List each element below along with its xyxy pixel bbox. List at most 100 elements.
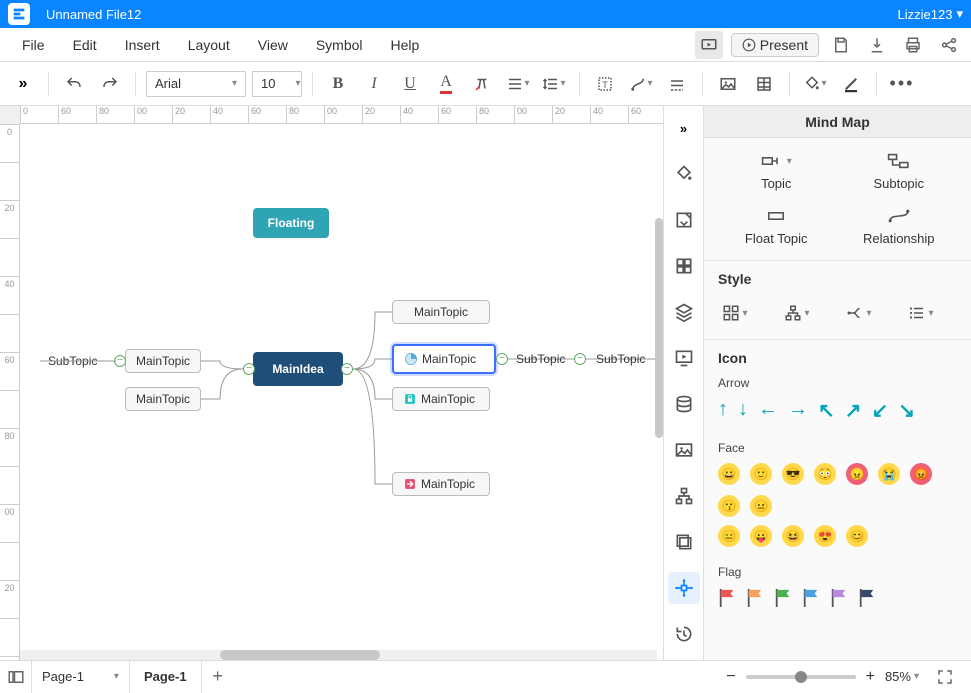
dock-mindmap-button[interactable] bbox=[668, 572, 700, 604]
node-right-sub1[interactable]: SubTopic bbox=[516, 352, 565, 366]
redo-button[interactable] bbox=[95, 69, 125, 99]
font-color-button[interactable]: A bbox=[431, 69, 461, 99]
bold-button[interactable]: B bbox=[323, 69, 353, 99]
zoom-out-button[interactable]: − bbox=[726, 668, 735, 686]
collapse-panel-button[interactable]: » bbox=[668, 112, 700, 144]
align-button[interactable]: ▾ bbox=[503, 69, 533, 99]
slideshow-mode-button[interactable] bbox=[695, 31, 723, 59]
face-grin-icon[interactable]: 😀 bbox=[718, 463, 740, 485]
app-logo[interactable] bbox=[8, 3, 30, 25]
node-right-main4[interactable]: MainTopic bbox=[392, 472, 490, 496]
face-angry-icon[interactable]: 😠 bbox=[846, 463, 868, 485]
face-cry-icon[interactable]: 😭 bbox=[878, 463, 900, 485]
add-page-button[interactable]: + bbox=[202, 666, 234, 687]
face-noexpr-icon[interactable]: 😑 bbox=[718, 525, 740, 547]
menu-file[interactable]: File bbox=[8, 37, 59, 53]
dock-layers-button[interactable] bbox=[668, 296, 700, 328]
node-right-sub2[interactable]: SubTopic bbox=[596, 352, 645, 366]
arrow-downleft-icon[interactable]: ↙ bbox=[872, 398, 889, 423]
node-right-main1[interactable]: MainTopic bbox=[392, 300, 490, 324]
connector-button[interactable]: ▾ bbox=[626, 69, 656, 99]
save-button[interactable] bbox=[827, 31, 855, 59]
arrow-upleft-icon[interactable]: ↖ bbox=[818, 398, 835, 423]
arrow-right-icon[interactable]: → bbox=[788, 398, 808, 423]
dock-database-button[interactable] bbox=[668, 388, 700, 420]
download-button[interactable] bbox=[863, 31, 891, 59]
flag-red-icon[interactable] bbox=[718, 587, 736, 609]
flag-green-icon[interactable] bbox=[774, 587, 792, 609]
flag-blue-icon[interactable] bbox=[802, 587, 820, 609]
menu-edit[interactable]: Edit bbox=[59, 37, 111, 53]
dock-copy-button[interactable] bbox=[668, 526, 700, 558]
menu-symbol[interactable]: Symbol bbox=[302, 37, 377, 53]
underline-button[interactable]: U bbox=[395, 69, 425, 99]
style-tree-button[interactable]: ▾ bbox=[780, 301, 814, 325]
face-neutral-icon[interactable]: 😐 bbox=[750, 495, 772, 517]
face-flushed-icon[interactable]: 😳 bbox=[814, 463, 836, 485]
clear-format-button[interactable] bbox=[467, 69, 497, 99]
style-branch-button[interactable]: ▾ bbox=[842, 301, 876, 325]
font-select[interactable]: Arial ▾ bbox=[146, 71, 246, 97]
expand-toolbar-button[interactable]: » bbox=[8, 69, 38, 99]
font-size-select[interactable]: 10 ▾ bbox=[252, 71, 302, 97]
arrow-left-icon[interactable]: ← bbox=[758, 398, 778, 423]
flag-orange-icon[interactable] bbox=[746, 587, 764, 609]
canvas-area[interactable]: 0608000204060800020406080002040608000204… bbox=[0, 106, 663, 660]
more-options-button[interactable]: ••• bbox=[887, 69, 917, 99]
undo-button[interactable] bbox=[59, 69, 89, 99]
dock-history-button[interactable] bbox=[668, 618, 700, 650]
dock-grid-button[interactable] bbox=[668, 250, 700, 282]
line-spacing-button[interactable]: ▾ bbox=[539, 69, 569, 99]
expand-right-sub-button[interactable]: − bbox=[496, 353, 508, 365]
dock-export-button[interactable] bbox=[668, 204, 700, 236]
add-relationship-button[interactable]: Relationship bbox=[841, 203, 958, 250]
face-happy-icon[interactable]: 😊 bbox=[846, 525, 868, 547]
expand-right-sub2-button[interactable]: − bbox=[574, 353, 586, 365]
flag-darkblue-icon[interactable] bbox=[858, 587, 876, 609]
dock-hierarchy-button[interactable] bbox=[668, 480, 700, 512]
zoom-in-button[interactable]: + bbox=[866, 668, 875, 686]
canvas[interactable]: Floating MainIdea − − MainTopic MainTopi… bbox=[20, 124, 663, 660]
table-button[interactable] bbox=[749, 69, 779, 99]
line-style-button[interactable] bbox=[662, 69, 692, 99]
arrow-up-icon[interactable]: ↑ bbox=[718, 398, 728, 423]
face-tongue-icon[interactable]: 😛 bbox=[750, 525, 772, 547]
node-right-main2-selected[interactable]: MainTopic bbox=[392, 344, 496, 374]
line-color-button[interactable] bbox=[836, 69, 866, 99]
face-mad-icon[interactable]: 😡 bbox=[910, 463, 932, 485]
menu-view[interactable]: View bbox=[244, 37, 302, 53]
share-button[interactable] bbox=[935, 31, 963, 59]
face-squint-icon[interactable]: 😆 bbox=[782, 525, 804, 547]
outline-view-button[interactable] bbox=[0, 661, 32, 693]
arrow-downright-icon[interactable]: ↘ bbox=[898, 398, 915, 423]
face-hearteyes-icon[interactable]: 😍 bbox=[814, 525, 836, 547]
style-list-button[interactable]: ▾ bbox=[904, 301, 938, 325]
fullscreen-button[interactable] bbox=[929, 661, 961, 693]
dock-fill-button[interactable] bbox=[668, 158, 700, 190]
zoom-value[interactable]: 85% ▾ bbox=[885, 669, 919, 684]
menu-layout[interactable]: Layout bbox=[174, 37, 244, 53]
flag-purple-icon[interactable] bbox=[830, 587, 848, 609]
face-cool-icon[interactable]: 😎 bbox=[782, 463, 804, 485]
dock-image-button[interactable] bbox=[668, 434, 700, 466]
zoom-slider[interactable] bbox=[746, 675, 856, 679]
page-tab-1[interactable]: Page-1 bbox=[130, 661, 202, 693]
italic-button[interactable]: I bbox=[359, 69, 389, 99]
fill-color-button[interactable]: ▾ bbox=[800, 69, 830, 99]
print-button[interactable] bbox=[899, 31, 927, 59]
add-subtopic-button[interactable]: Subtopic bbox=[841, 148, 958, 195]
dock-present-button[interactable] bbox=[668, 342, 700, 374]
horizontal-scrollbar[interactable] bbox=[20, 650, 657, 660]
node-right-main3[interactable]: MainTopic bbox=[392, 387, 490, 411]
user-menu[interactable]: Lizzie123 ▾ bbox=[898, 6, 963, 22]
menu-help[interactable]: Help bbox=[377, 37, 434, 53]
add-float-topic-button[interactable]: Float Topic bbox=[718, 203, 835, 250]
vertical-scrollbar[interactable] bbox=[655, 218, 663, 438]
text-tool-button[interactable]: T bbox=[590, 69, 620, 99]
face-smile-icon[interactable]: 🙂 bbox=[750, 463, 772, 485]
add-topic-button[interactable]: ▾ Topic bbox=[718, 148, 835, 195]
face-kiss-icon[interactable]: 😗 bbox=[718, 495, 740, 517]
style-layout-button[interactable]: ▾ bbox=[718, 301, 752, 325]
menu-insert[interactable]: Insert bbox=[111, 37, 174, 53]
arrow-upright-icon[interactable]: ↗ bbox=[845, 398, 862, 423]
